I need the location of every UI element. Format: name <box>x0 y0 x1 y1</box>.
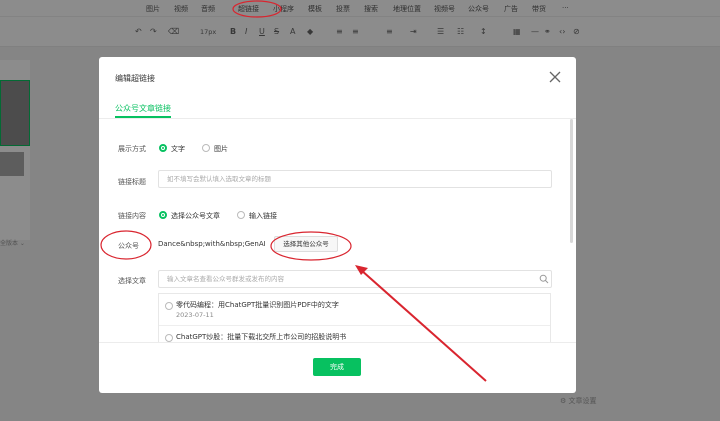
list-item[interactable]: ChatGPT炒股：批量下载北交所上市公司的招股说明书 <box>159 326 550 343</box>
scrollbar[interactable] <box>570 119 573 243</box>
link-title-input[interactable]: 如不填写会默认填入选取文章的标题 <box>158 170 552 188</box>
radio-text[interactable] <box>159 144 167 152</box>
link-content-label: 链接内容 <box>118 212 146 220</box>
radio-select-article[interactable] <box>159 211 167 219</box>
divider <box>99 118 576 119</box>
footer-divider <box>99 342 576 343</box>
tab-official-account-article[interactable]: 公众号文章链接 <box>115 103 171 114</box>
radio-select-article-label: 选择公众号文章 <box>171 212 220 220</box>
account-label: 公众号 <box>118 242 139 250</box>
search-icon[interactable] <box>539 274 549 284</box>
radio-image[interactable] <box>202 144 210 152</box>
radio-input-link-label: 输入链接 <box>249 212 277 220</box>
article-title: 零代码编程：用ChatGPT批量识别图片PDF中的文字 <box>176 301 339 309</box>
link-title-label: 链接标题 <box>118 178 146 186</box>
list-item[interactable]: 零代码编程：用ChatGPT批量识别图片PDF中的文字 2023-07-11 <box>159 294 550 326</box>
radio-text-label: 文字 <box>171 145 185 153</box>
display-mode-label: 展示方式 <box>118 145 146 153</box>
article-list: 零代码编程：用ChatGPT批量识别图片PDF中的文字 2023-07-11 C… <box>158 293 551 343</box>
account-name: Dance&nbsp;with&nbsp;GenAI <box>158 240 266 248</box>
close-icon[interactable] <box>547 69 563 85</box>
select-article-label: 选择文章 <box>118 277 146 285</box>
choose-other-account-button[interactable]: 选择其他公众号 <box>274 236 338 252</box>
done-button[interactable]: 完成 <box>313 358 361 376</box>
dialog-title: 编辑超链接 <box>115 74 155 83</box>
article-radio[interactable] <box>165 302 173 310</box>
radio-image-label: 图片 <box>214 145 228 153</box>
article-radio[interactable] <box>165 334 173 342</box>
article-title: ChatGPT炒股：批量下载北交所上市公司的招股说明书 <box>176 333 347 341</box>
edit-hyperlink-dialog: 编辑超链接 公众号文章链接 展示方式 文字 图片 链接标题 如不填写会默认填入选… <box>99 57 576 393</box>
article-date: 2023-07-11 <box>176 311 214 319</box>
article-search-input[interactable]: 输入文章名查看公众号群发或发布的内容 <box>158 270 552 288</box>
radio-input-link[interactable] <box>237 211 245 219</box>
